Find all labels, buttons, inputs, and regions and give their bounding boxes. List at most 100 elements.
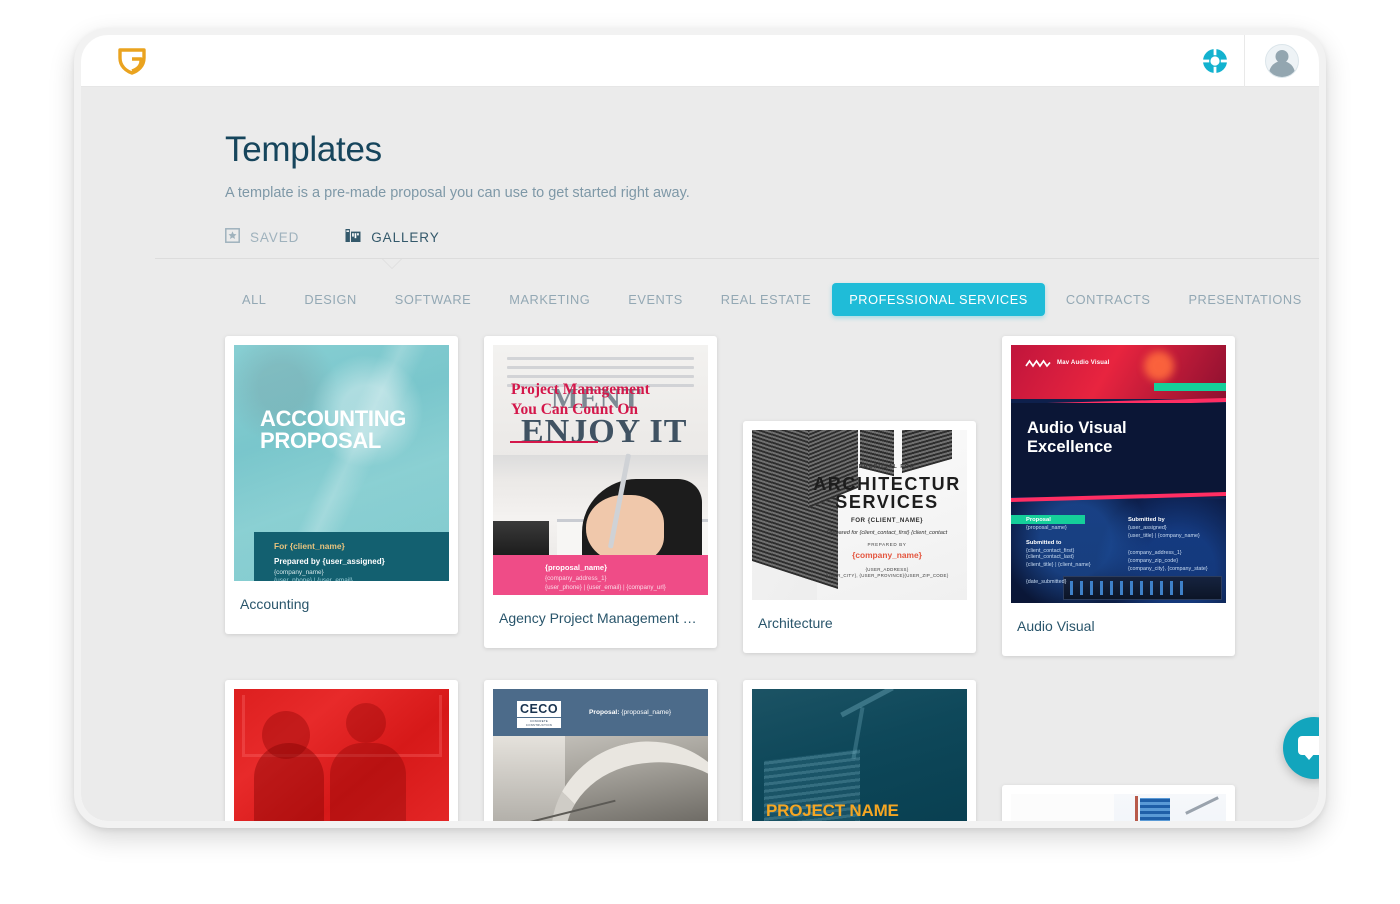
page-subtitle: A template is a pre-made proposal you ca… <box>225 184 690 201</box>
tab-gallery[interactable]: GALLERY <box>345 228 440 269</box>
template-card-label: Agency Project Management Se... <box>499 609 712 626</box>
template-thumbnail <box>1011 793 1226 821</box>
page-title: Templates <box>225 130 382 169</box>
template-thumbnail: CECO CONCRETE CONSTRUCTION Proposal: {pr… <box>493 688 708 821</box>
thumb-brand-name: Mav Audio Visual <box>1057 360 1110 366</box>
chat-bubble-icon <box>1298 736 1319 760</box>
page-body: Templates A template is a pre-made propo… <box>81 87 1319 821</box>
device-screen: Templates A template is a pre-made propo… <box>81 35 1319 821</box>
meta-value: {user_assigned} <box>1128 524 1167 531</box>
template-thumbnail <box>234 688 449 821</box>
meta-head: Submitted by <box>1128 516 1165 523</box>
thumb-metadata: Proposal {proposal_name} Submitted to {c… <box>1026 517 1218 585</box>
thumb-proposal-line: Proposal: {proposal_name} <box>589 709 671 716</box>
template-card-project-name[interactable]: PROJECT NAME <box>743 679 976 821</box>
thumb-proposal-line: {proposal_name} <box>545 562 608 572</box>
category-contracts[interactable]: CONTRACTS <box>1049 283 1168 316</box>
template-thumbnail: PROJECT NAME <box>752 688 967 821</box>
category-design[interactable]: DESIGN <box>287 283 373 316</box>
gleam-shield-logo-icon[interactable] <box>117 47 147 75</box>
page-header-block: Templates A template is a pre-made propo… <box>81 87 1319 201</box>
thumb-title: PROJECT NAME <box>766 800 899 820</box>
template-card-ceco[interactable]: CECO CONCRETE CONSTRUCTION Proposal: {pr… <box>484 679 717 822</box>
thumb-logo-mark: CECO <box>517 700 561 717</box>
thumb-person-1-head <box>262 710 310 759</box>
template-card-skyscraper[interactable] <box>1002 784 1235 821</box>
tablet-device-frame: Templates A template is a pre-made propo… <box>74 28 1326 828</box>
thumb-light-glow <box>1144 350 1174 381</box>
category-events[interactable]: EVENTS <box>611 283 700 316</box>
avatar <box>1265 43 1299 78</box>
tab-underline-rule <box>155 257 1319 259</box>
thumb-green-accent-1 <box>1154 382 1226 391</box>
template-thumbnail: Mav Audio Visual Audio Visual Excellence… <box>1011 344 1226 603</box>
thumb-contact-line: {user_phone} | {user_email} <box>274 576 353 581</box>
template-card-grid: ACCOUNTING PROPOSAL For {client_name} Pr… <box>225 335 1235 822</box>
thumb-text-block: PROPOSAL FOR ARCHITECTUR SERVICES FOR {C… <box>813 464 961 578</box>
tab-saved[interactable]: SAVED <box>225 227 300 259</box>
thumb-title: ARCHITECTUR SERVICES <box>813 473 961 512</box>
thumb-meta-left-column: Proposal {proposal_name} Submitted to {c… <box>1026 517 1116 585</box>
thumb-address-line: {company_address_1} <box>545 574 607 582</box>
template-card-label <box>484 821 717 822</box>
category-software[interactable]: SOFTWARE <box>378 283 488 316</box>
thumb-title: Audio Visual Excellence <box>1027 418 1127 456</box>
thumb-brand-logo: Mav Audio Visual <box>1025 359 1110 368</box>
category-professional-services[interactable]: PROFESSIONAL SERVICES <box>832 282 1045 316</box>
template-card-label: Audio Visual <box>1017 617 1095 634</box>
template-card-audio-visual[interactable]: Mav Audio Visual Audio Visual Excellence… <box>1002 335 1235 656</box>
thumb-company-name: {company_name} <box>852 549 922 560</box>
template-thumbnail: ACCOUNTING PROPOSAL For {client_name} Pr… <box>234 344 449 581</box>
thumb-crane-arm <box>840 688 894 717</box>
thumb-address-line-2: {USER_CITY}, {USER_PROVINCE}{USER_ZIP_CO… <box>825 572 949 578</box>
meta-head: Submitted to <box>1026 539 1062 546</box>
view-tab-bar: SAVED GALLERY <box>155 227 1319 269</box>
thumb-meta-right-column: Submitted by {user_assigned} {user_title… <box>1128 517 1218 585</box>
category-all[interactable]: ALL <box>225 283 283 316</box>
thumb-person-2 <box>330 742 406 821</box>
thumb-ceco-logo: CECO CONCRETE CONSTRUCTION <box>517 700 561 728</box>
thumb-title: ACCOUNTING PROPOSAL <box>260 405 407 453</box>
thumb-prepared-by-label: PREPARED BY <box>867 541 907 547</box>
template-card-label: Accounting <box>240 595 310 612</box>
category-marketing[interactable]: MARKETING <box>492 283 607 316</box>
meta-value: {client_contact_first} {client_contact_l… <box>1026 547 1075 560</box>
tab-gallery-label: GALLERY <box>371 230 440 245</box>
template-card-agency-project-management[interactable]: MENT ENJOY IT Project Management You Can… <box>484 335 717 648</box>
template-card-architecture[interactable]: PROPOSAL FOR ARCHITECTUR SERVICES FOR {C… <box>743 420 976 653</box>
thumb-person-2-head <box>346 702 386 743</box>
category-presentations[interactable]: PRESENTATIONS <box>1171 283 1318 316</box>
meta-value: {company_zip_code} <box>1128 557 1179 564</box>
template-thumbnail: PROPOSAL FOR ARCHITECTUR SERVICES FOR {C… <box>752 429 967 600</box>
thumb-address-line-1: {USER_ADDRESS} <box>865 566 909 572</box>
template-card-accounting[interactable]: ACCOUNTING PROPOSAL For {client_name} Pr… <box>225 335 458 634</box>
thumb-photo-backdrop <box>1114 793 1226 821</box>
template-thumbnail: MENT ENJOY IT Project Management You Can… <box>493 344 708 595</box>
thumb-company-line: {company_name} <box>274 568 324 576</box>
life-ring-help-icon[interactable] <box>1202 48 1228 74</box>
thumb-photo-backdrop <box>493 735 708 821</box>
meta-head: Proposal <box>1026 516 1051 523</box>
meta-value: {date_submitted} <box>1026 578 1067 585</box>
thumb-info-band: {proposal_name} {company_address_1} {use… <box>493 554 708 595</box>
thumb-title-rule <box>510 440 598 443</box>
star-in-square-icon <box>225 227 240 248</box>
template-card-red-team[interactable] <box>225 679 458 821</box>
thumb-client-line: FOR {CLIENT_NAME} <box>850 516 924 524</box>
thumb-logo-sub: CONCRETE CONSTRUCTION <box>517 717 561 728</box>
meta-value: {company_city}, {company_state} <box>1128 565 1208 572</box>
category-filter-bar: ALL DESIGN SOFTWARE MARKETING EVENTS REA… <box>225 282 1319 316</box>
category-real-estate[interactable]: REAL ESTATE <box>704 283 828 316</box>
user-avatar-button[interactable] <box>1245 35 1319 87</box>
thumb-client-line: For {client_name} <box>274 540 345 551</box>
thumb-prepared-line: Prepared by {user_assigned} <box>274 556 385 566</box>
app-header <box>81 35 1319 87</box>
tab-caret-icon <box>383 258 402 268</box>
thumb-contact-line: {user_phone} | {user_email} | {company_u… <box>545 583 666 591</box>
meta-value: {company_address_1} <box>1128 549 1182 556</box>
zigzag-logo-icon <box>1025 359 1051 367</box>
thumb-prepared-for-line: Prepared for {client_contact_first} {cli… <box>826 529 948 536</box>
gallery-building-icon <box>345 228 361 248</box>
thumb-title: Project Management You Can Count On <box>511 380 650 418</box>
tab-saved-label: SAVED <box>250 230 300 245</box>
